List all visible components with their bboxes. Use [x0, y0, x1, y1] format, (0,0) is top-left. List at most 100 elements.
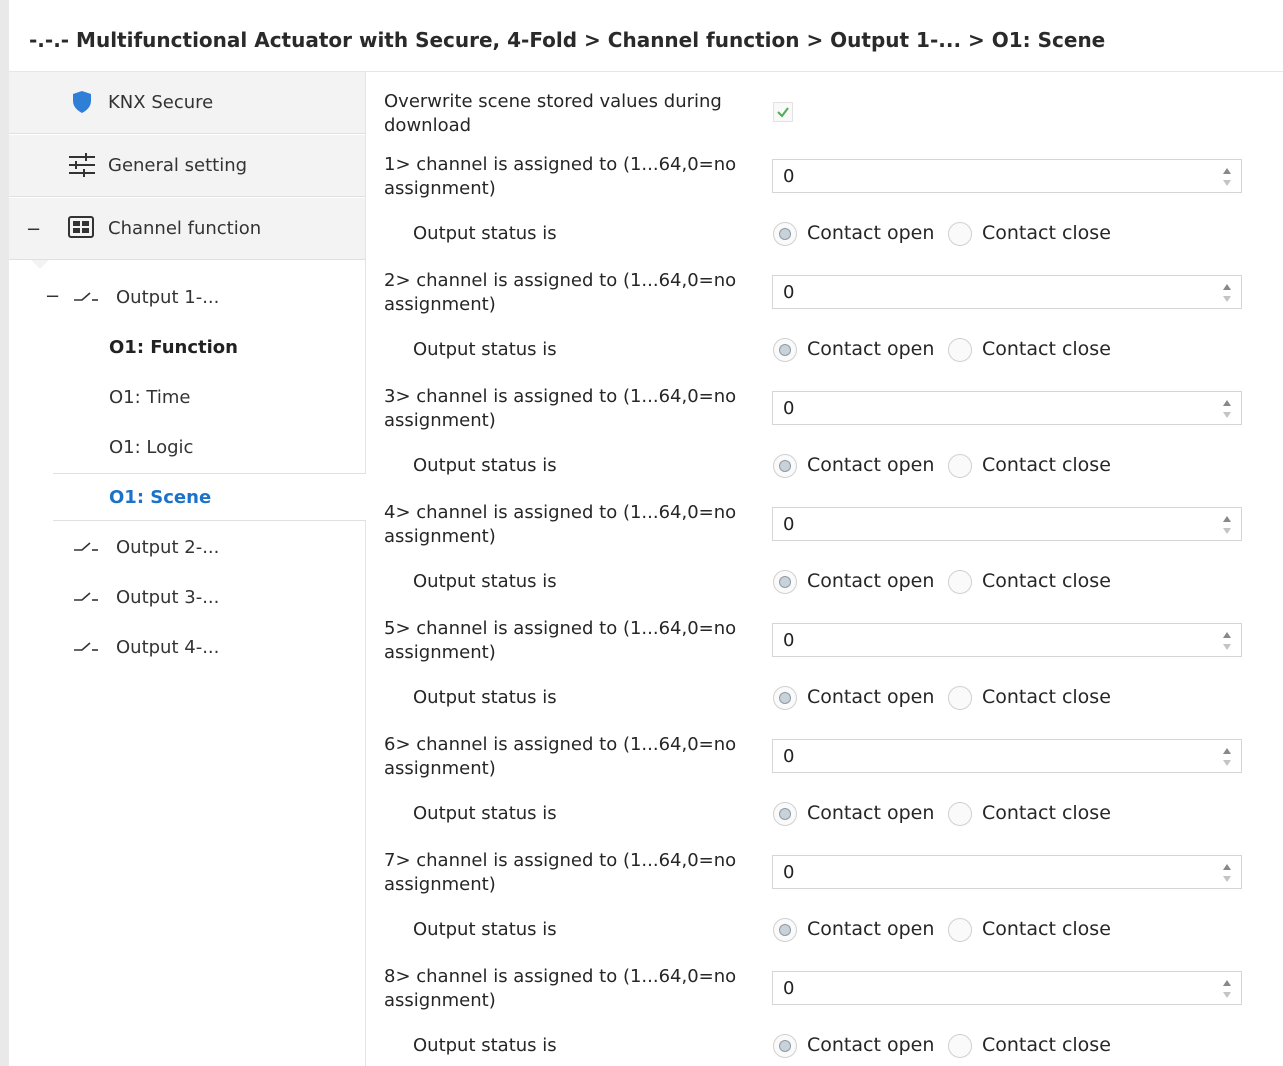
radio-button[interactable]	[773, 338, 797, 362]
channel-assign-value: 0	[783, 862, 795, 883]
channel-assign-input[interactable]: 0	[772, 855, 1242, 889]
output-status-label: Output status is	[413, 571, 557, 592]
radio-button[interactable]	[773, 454, 797, 478]
sidebar-item-general-setting[interactable]: General setting	[9, 135, 365, 197]
radio-button[interactable]	[948, 222, 972, 246]
channel-assign-input[interactable]: 0	[772, 971, 1242, 1005]
output-status-label: Output status is	[413, 1035, 557, 1056]
radio-label: Contact close	[982, 686, 1111, 708]
sidebar-item-o1-function[interactable]: O1: Function	[109, 337, 238, 358]
radio-button[interactable]	[948, 570, 972, 594]
sidebar-item-label: Output 4-...	[116, 637, 220, 658]
expanded-notch	[31, 260, 49, 269]
spinner-arrows-icon[interactable]	[1222, 747, 1232, 767]
channel-assign-label: 5> channel is assigned to (1...64,0=no a…	[384, 618, 737, 663]
radio-label: Contact open	[807, 1034, 935, 1056]
radio-button[interactable]	[948, 338, 972, 362]
radio-label: Contact open	[807, 222, 935, 244]
channel-assign-label: 8> channel is assigned to (1...64,0=no a…	[384, 966, 737, 1011]
channel-assign-value: 0	[783, 166, 795, 187]
breadcrumb-header: -.-.- Multifunctional Actuator with Secu…	[9, 0, 1283, 72]
sidebar-item-label: Output 1-...	[116, 287, 220, 308]
radio-label: Contact close	[982, 570, 1111, 592]
grid-icon	[68, 216, 94, 242]
channel-assign-input[interactable]: 0	[772, 507, 1242, 541]
sidebar-item-channel-function[interactable]: − Channel function	[9, 198, 365, 260]
radio-label: Contact close	[982, 1034, 1111, 1056]
radio-button[interactable]	[773, 222, 797, 246]
sidebar-item-label: General setting	[108, 155, 248, 176]
radio-label: Contact open	[807, 338, 935, 360]
sidebar-item-label: KNX Secure	[108, 92, 214, 113]
channel-assign-label: 1> channel is assigned to (1...64,0=no a…	[384, 154, 737, 199]
channel-assign-input[interactable]: 0	[772, 159, 1242, 193]
spinner-arrows-icon[interactable]	[1222, 515, 1232, 535]
output-status-label: Output status is	[413, 339, 557, 360]
switch-icon	[73, 589, 99, 608]
radio-button[interactable]	[773, 686, 797, 710]
collapse-icon[interactable]: −	[45, 286, 60, 307]
collapse-icon[interactable]: −	[26, 219, 41, 240]
channel-assign-value: 0	[783, 398, 795, 419]
channel-assign-label: 7> channel is assigned to (1...64,0=no a…	[384, 850, 737, 895]
radio-button[interactable]	[773, 918, 797, 942]
spinner-arrows-icon[interactable]	[1222, 863, 1232, 883]
output-status-label: Output status is	[413, 919, 557, 940]
output-status-label: Output status is	[413, 455, 557, 476]
channel-assign-value: 0	[783, 746, 795, 767]
radio-button[interactable]	[948, 802, 972, 826]
radio-label: Contact close	[982, 454, 1111, 476]
radio-button[interactable]	[948, 454, 972, 478]
channel-assign-input[interactable]: 0	[772, 275, 1242, 309]
channel-assign-label: 3> channel is assigned to (1...64,0=no a…	[384, 386, 737, 431]
spinner-arrows-icon[interactable]	[1222, 399, 1232, 419]
breadcrumb: -.-.- Multifunctional Actuator with Secu…	[29, 28, 1106, 52]
switch-icon	[73, 289, 99, 308]
check-icon	[777, 107, 789, 118]
radio-button[interactable]	[948, 686, 972, 710]
sliders-icon	[68, 153, 96, 181]
radio-label: Contact open	[807, 918, 935, 940]
channel-assign-value: 0	[783, 282, 795, 303]
spinner-arrows-icon[interactable]	[1222, 631, 1232, 651]
channel-assign-input[interactable]: 0	[772, 739, 1242, 773]
parameter-panel: Overwrite scene stored values during dow…	[366, 72, 1283, 1066]
sidebar-item-label: Channel function	[108, 218, 262, 239]
channel-assign-label: 4> channel is assigned to (1...64,0=no a…	[384, 502, 737, 547]
radio-button[interactable]	[773, 802, 797, 826]
channel-assign-value: 0	[783, 630, 795, 651]
radio-label: Contact open	[807, 686, 935, 708]
channel-assign-label: 6> channel is assigned to (1...64,0=no a…	[384, 734, 737, 779]
radio-button[interactable]	[948, 918, 972, 942]
sidebar-item-knx-secure[interactable]: KNX Secure	[9, 72, 365, 134]
channel-assign-input[interactable]: 0	[772, 623, 1242, 657]
radio-button[interactable]	[948, 1034, 972, 1058]
sidebar-item-label: O1: Scene	[109, 487, 212, 508]
channel-assign-input[interactable]: 0	[772, 391, 1242, 425]
radio-label: Contact close	[982, 802, 1111, 824]
radio-label: Contact close	[982, 222, 1111, 244]
channel-assign-value: 0	[783, 978, 795, 999]
sidebar-item-o1-scene[interactable]: O1: Scene	[53, 473, 366, 521]
output-status-label: Output status is	[413, 687, 557, 708]
radio-label: Contact open	[807, 802, 935, 824]
spinner-arrows-icon[interactable]	[1222, 283, 1232, 303]
sidebar-item-o1-logic[interactable]: O1: Logic	[109, 437, 193, 458]
radio-label: Contact close	[982, 338, 1111, 360]
sidebar-item-label: Output 3-...	[116, 587, 220, 608]
radio-label: Contact open	[807, 454, 935, 476]
spinner-arrows-icon[interactable]	[1222, 979, 1232, 999]
sidebar-item-o1-time[interactable]: O1: Time	[109, 387, 190, 408]
channel-assign-value: 0	[783, 514, 795, 535]
overwrite-label: Overwrite scene stored values during dow…	[384, 91, 722, 136]
switch-icon	[73, 539, 99, 558]
spinner-arrows-icon[interactable]	[1222, 167, 1232, 187]
output-status-label: Output status is	[413, 803, 557, 824]
radio-label: Contact open	[807, 570, 935, 592]
overwrite-checkbox[interactable]	[773, 102, 793, 122]
channel-assign-label: 2> channel is assigned to (1...64,0=no a…	[384, 270, 737, 315]
shield-icon	[71, 90, 93, 118]
sidebar-item-label: Output 2-...	[116, 537, 220, 558]
radio-button[interactable]	[773, 1034, 797, 1058]
radio-button[interactable]	[773, 570, 797, 594]
